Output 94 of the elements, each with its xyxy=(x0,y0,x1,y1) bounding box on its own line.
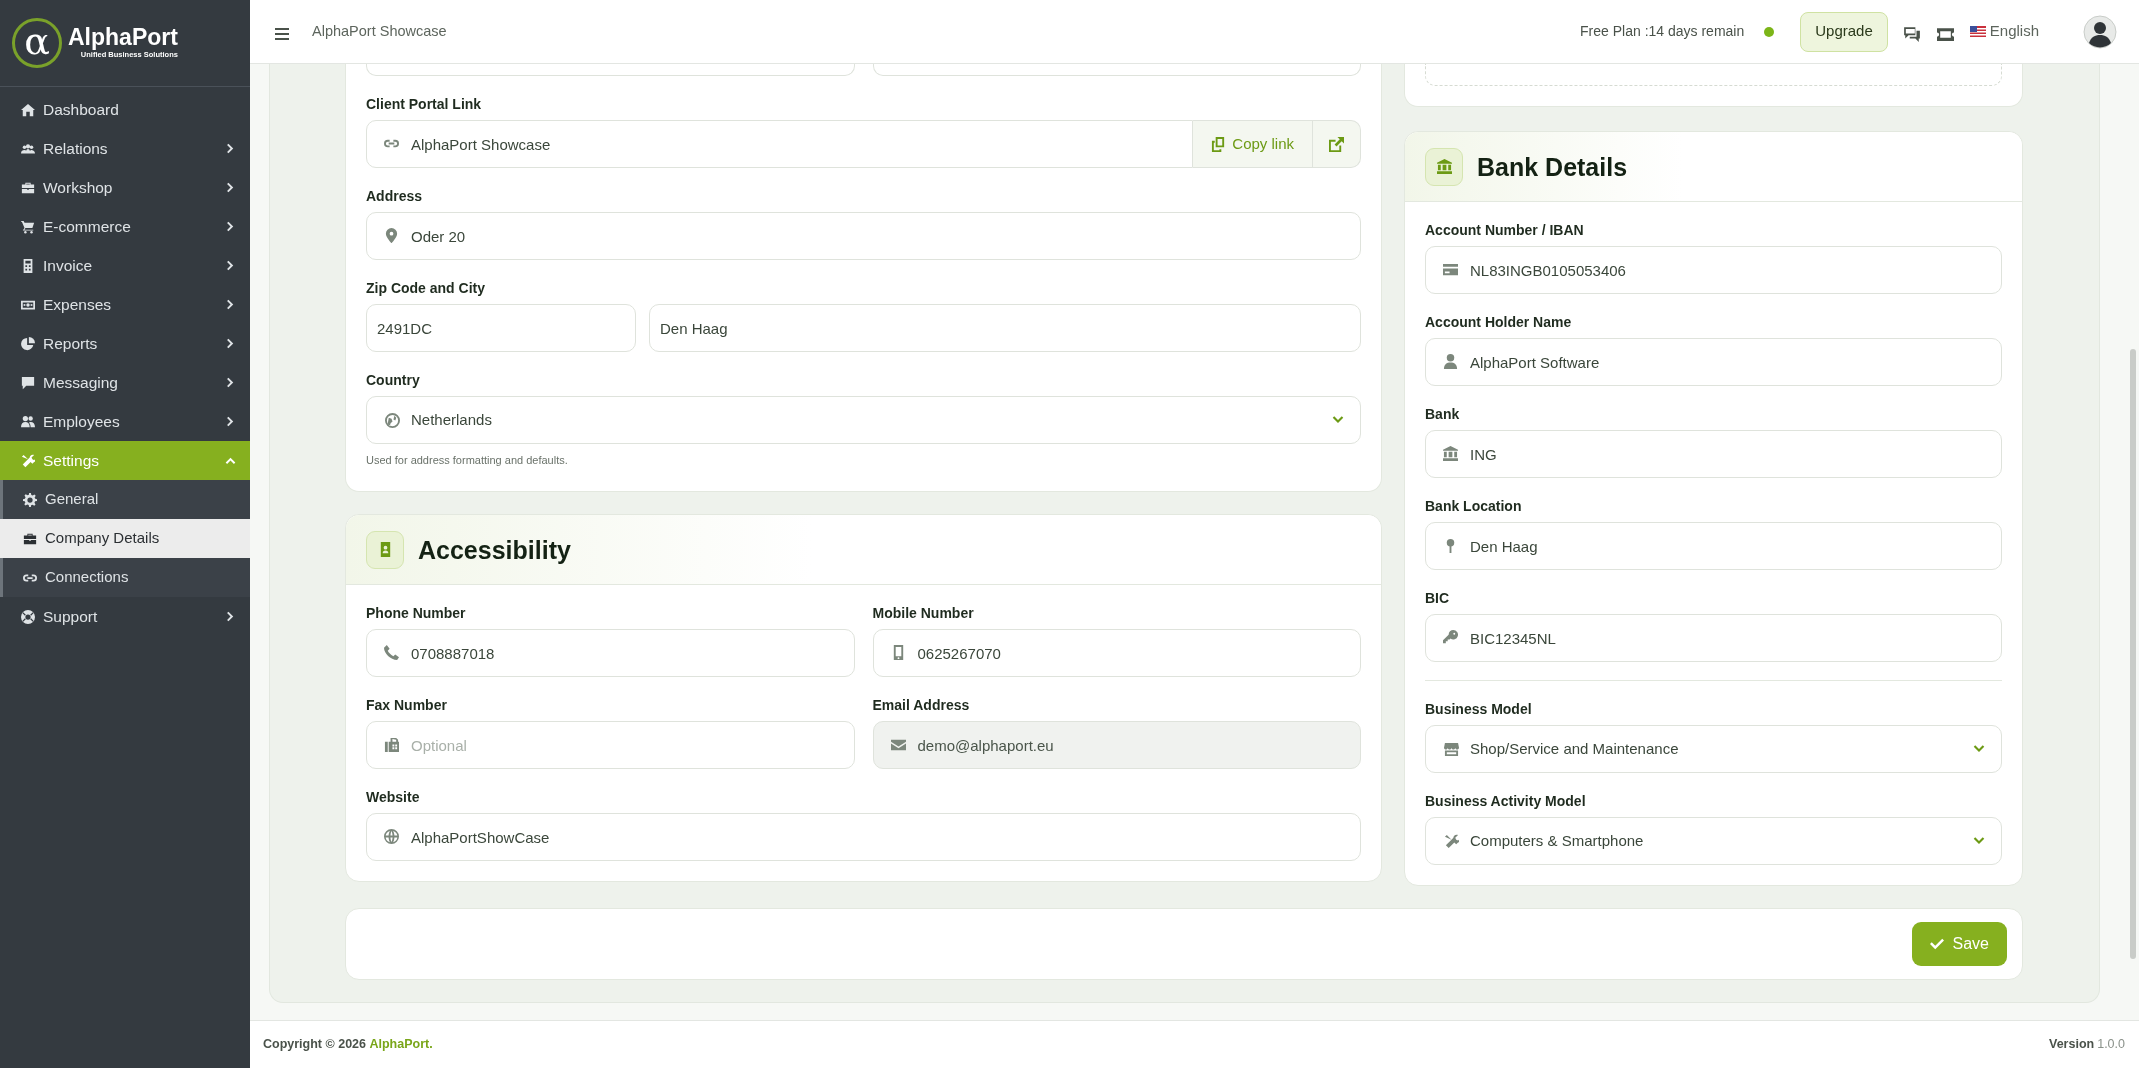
store-icon xyxy=(1444,741,1459,757)
flag-icon xyxy=(1969,26,1986,37)
brand-name: AlphaPort xyxy=(68,25,178,50)
chevron-right-icon xyxy=(225,338,236,349)
chevron-down-icon xyxy=(1332,414,1344,426)
submenu-item[interactable]: Company Details xyxy=(0,519,250,558)
chevron-right-icon xyxy=(225,416,236,427)
select-field[interactable]: Netherlands xyxy=(366,396,1361,444)
field-label: Business Model xyxy=(1425,700,1532,718)
globe-icon xyxy=(385,412,400,428)
help-text: Used for address formatting and defaults. xyxy=(366,453,568,468)
briefcase-icon xyxy=(21,180,35,195)
people-icon xyxy=(21,414,35,429)
pie-chart-icon xyxy=(21,336,35,351)
tools-icon xyxy=(1444,833,1459,849)
sidebar-item[interactable]: Reports xyxy=(0,324,250,363)
chat-icon xyxy=(21,375,35,390)
select-field[interactable]: Computers & Smartphone xyxy=(1425,817,2002,865)
field-label: Account Number / IBAN xyxy=(1425,221,1584,239)
open-link-button[interactable] xyxy=(1313,120,1361,168)
input-field[interactable]: 0708887018 xyxy=(366,629,855,677)
input-field[interactable]: Den Haag xyxy=(649,304,1361,352)
version-text: Version 1.0.0 xyxy=(2049,1036,2125,1054)
chevron-right-icon xyxy=(225,299,236,310)
field-label: BIC xyxy=(1425,589,1450,607)
sidebar-item[interactable]: Dashboard xyxy=(0,90,250,129)
home-icon xyxy=(21,102,35,117)
chevron-right-icon xyxy=(225,611,236,622)
sidebar-item[interactable]: Expenses xyxy=(0,285,250,324)
plan-status: Free Plan :14 days remain xyxy=(1580,22,1745,41)
copyright-text: Copyright © 2026 AlphaPort. xyxy=(263,1036,433,1054)
sidebar-item[interactable]: Invoice xyxy=(0,246,250,285)
chevron-right-icon xyxy=(225,143,236,154)
field-label: Bank xyxy=(1425,405,1460,423)
input-field[interactable]: Den Haag xyxy=(1425,522,2002,570)
copy-icon xyxy=(1211,136,1227,152)
input-field[interactable]: AlphaPort Software xyxy=(1425,338,2002,386)
input-field[interactable]: 0625267070 xyxy=(872,629,1361,677)
field-label: Website xyxy=(366,788,420,806)
sidebar-item[interactable]: Workshop xyxy=(0,168,250,207)
gear-icon xyxy=(23,492,37,507)
id-card-icon xyxy=(366,530,404,569)
input-field[interactable]: AlphaPort Showcase xyxy=(366,120,1194,168)
input-field[interactable]: NL83INGB0105053406 xyxy=(1425,246,2002,294)
chevron-right-icon xyxy=(225,221,236,232)
section-title: Accessibility xyxy=(418,534,571,565)
field-label: Account Holder Name xyxy=(1425,313,1572,331)
field-label: Fax Number xyxy=(366,696,447,714)
field-label: Phone Number xyxy=(366,604,466,622)
submenu-item[interactable]: General xyxy=(0,480,250,519)
scrollbar[interactable] xyxy=(2130,349,2136,959)
chevron-right-icon xyxy=(225,377,236,388)
bank-icon xyxy=(1425,147,1463,186)
chevron-down-icon xyxy=(1973,743,1985,755)
sidebar-item[interactable]: Employees xyxy=(0,402,250,441)
external-link-icon xyxy=(1329,136,1344,152)
field-label: Country xyxy=(366,371,420,389)
sidebar-item[interactable]: Messaging xyxy=(0,363,250,402)
input-field[interactable]: Oder 20 xyxy=(366,212,1361,260)
chevron-up-icon xyxy=(225,455,236,466)
input-field[interactable]: 2491DC xyxy=(366,304,636,352)
calculator-icon xyxy=(21,258,35,273)
field-label: Business Activity Model xyxy=(1425,792,1586,810)
avatar[interactable] xyxy=(2083,14,2117,49)
logo-mark: α xyxy=(12,18,62,68)
tools-icon xyxy=(21,453,35,468)
chevron-right-icon xyxy=(225,260,236,271)
input-field[interactable]: Optional xyxy=(366,721,855,769)
sidebar-item[interactable]: Support xyxy=(0,597,250,636)
chevron-down-icon xyxy=(1973,835,1985,847)
cart-icon xyxy=(21,219,35,234)
sidebar-item[interactable]: Relations xyxy=(0,129,250,168)
check-icon xyxy=(1929,937,1944,951)
language-selector[interactable]: English xyxy=(1969,20,2039,43)
workspace-title: AlphaPort Showcase xyxy=(312,21,448,41)
field-label: Zip Code and City xyxy=(366,279,485,297)
field-label: Mobile Number xyxy=(872,604,974,622)
submenu-item[interactable]: Connections xyxy=(0,558,250,597)
input-field[interactable]: ING xyxy=(1425,430,2002,478)
lifebuoy-icon xyxy=(21,609,35,624)
section-title: Bank Details xyxy=(1477,151,1628,182)
field-label: Client Portal Link xyxy=(366,95,482,113)
field-label: Bank Location xyxy=(1425,497,1522,515)
chevron-right-icon xyxy=(225,182,236,193)
briefcase-icon xyxy=(23,531,37,546)
status-dot xyxy=(1764,26,1775,37)
input-field[interactable]: BIC12345NL xyxy=(1425,614,2002,662)
field-label: Address xyxy=(366,187,423,205)
people-icon xyxy=(21,141,35,156)
sidebar-item[interactable]: E-commerce xyxy=(0,207,250,246)
field-label: Email Address xyxy=(872,696,970,714)
select-field[interactable]: Shop/Service and Maintenance xyxy=(1425,725,2002,773)
input-field[interactable]: AlphaPortShowCase xyxy=(366,813,1361,861)
upgrade-button[interactable]: Upgrade xyxy=(1800,11,1888,52)
